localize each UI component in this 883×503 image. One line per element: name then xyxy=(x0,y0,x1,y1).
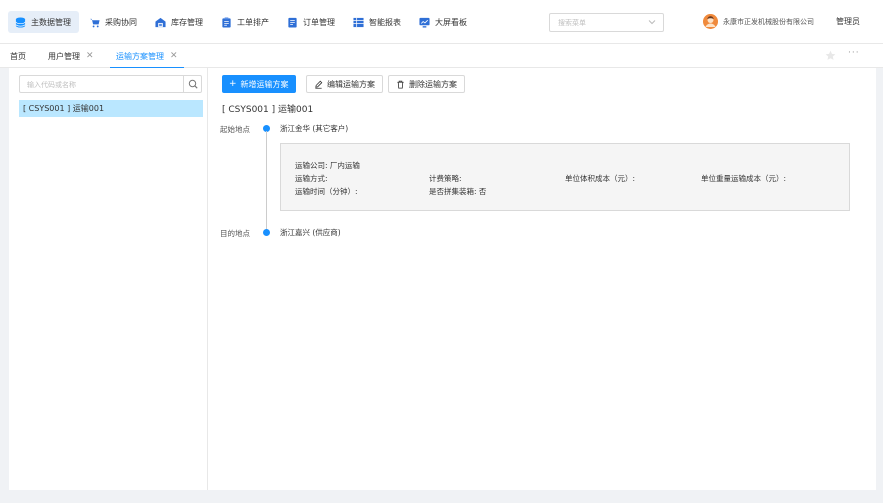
search-icon xyxy=(188,79,198,89)
nav-item-dashboard[interactable]: 大屏看板 xyxy=(412,11,475,33)
nav-item-label: 采购协同 xyxy=(105,17,137,27)
warehouse-icon xyxy=(155,17,166,27)
destination-label: 目的地点 xyxy=(220,229,250,238)
nav-item-master-data[interactable]: 主数据管理 xyxy=(8,11,79,33)
table-icon xyxy=(353,17,364,27)
nav-item-inventory[interactable]: 库存管理 xyxy=(148,11,211,33)
tab-home[interactable]: 首页 xyxy=(10,44,26,68)
tab-strip: 首页 用户管理 ✕ 运输方案管理 ✕ ··· xyxy=(0,44,883,69)
clipboard-icon xyxy=(222,16,231,28)
scheme-title: [ CSYS001 ] 运输001 xyxy=(222,105,314,115)
edit-scheme-label: 编辑运输方案 xyxy=(327,79,375,89)
tree-panel: 输入代码或名称 [ CSYS001 ] 运输001 xyxy=(9,68,216,490)
delete-icon xyxy=(397,80,404,89)
tab-transport-scheme[interactable]: 运输方案管理 ✕ xyxy=(110,44,184,69)
nav-item-work-order[interactable]: 工单排产 xyxy=(214,11,277,33)
dashboard-icon xyxy=(419,17,430,28)
detail-consolidation: 是否拼集装箱: 否 xyxy=(429,187,487,196)
tab-label: 运输方案管理 xyxy=(116,51,164,61)
detail-volume-cost: 单位体积成本（元）: xyxy=(565,174,636,183)
delete-scheme-label: 删除运输方案 xyxy=(409,79,457,89)
tree-search-button[interactable] xyxy=(183,76,201,92)
nav-item-label: 大屏看板 xyxy=(435,17,467,27)
detail-method: 运输方式: xyxy=(295,174,328,183)
top-navigation-bar: 主数据管理 采购协同 库存管理 工单排产 订单管理 智能报表 大屏看板 搜索菜单 xyxy=(0,0,883,44)
destination-dot xyxy=(263,229,270,236)
more-icon[interactable]: ··· xyxy=(848,48,860,58)
main-menu: 主数据管理 采购协同 库存管理 工单排产 订单管理 智能报表 大屏看板 xyxy=(8,11,478,33)
nav-item-label: 库存管理 xyxy=(171,17,203,27)
detail-weight-cost: 单位重量运输成本（元）: xyxy=(701,174,787,183)
shopping-cart-icon xyxy=(89,18,100,27)
nav-item-label: 订单管理 xyxy=(303,17,335,27)
detail-time: 运输时间（分钟）: xyxy=(295,187,358,196)
origin-value: 浙江金华 (其它客户) xyxy=(280,124,349,133)
tree-search-placeholder: 输入代码或名称 xyxy=(27,81,76,89)
user-name[interactable]: 管理员 xyxy=(836,16,860,27)
add-scheme-button[interactable]: + 新增运输方案 xyxy=(222,75,296,93)
edit-scheme-button[interactable]: 编辑运输方案 xyxy=(306,75,383,93)
nav-item-label: 工单排产 xyxy=(237,17,269,27)
transport-detail-box: 运输公司: 厂内运输 运输方式: 计费策略: 单位体积成本（元）: 单位重量运输… xyxy=(280,143,850,211)
order-icon xyxy=(288,17,297,28)
company-name: 永康市正发机械股份有限公司 xyxy=(723,18,814,26)
route-line xyxy=(266,131,267,232)
plus-icon: + xyxy=(229,79,237,89)
star-icon[interactable] xyxy=(825,50,836,61)
origin-label: 起始地点 xyxy=(220,125,250,134)
chevron-down-icon xyxy=(648,20,656,25)
nav-item-label: 智能报表 xyxy=(369,17,401,27)
nav-item-reports[interactable]: 智能报表 xyxy=(346,11,409,33)
close-icon[interactable]: ✕ xyxy=(170,51,178,61)
tab-label: 用户管理 xyxy=(48,51,80,61)
tree-search-input[interactable]: 输入代码或名称 xyxy=(19,75,202,93)
detail-company: 运输公司: 厂内运输 xyxy=(295,161,360,170)
tree-node-selected[interactable]: [ CSYS001 ] 运输001 xyxy=(19,100,203,117)
detail-billing: 计费策略: xyxy=(429,174,462,183)
destination-value: 浙江嘉兴 (供应商) xyxy=(280,228,341,237)
database-icon xyxy=(15,16,26,28)
menu-search-select[interactable]: 搜索菜单 xyxy=(549,13,664,32)
user-avatar-icon xyxy=(703,14,718,29)
nav-item-purchasing[interactable]: 采购协同 xyxy=(82,11,145,33)
close-icon[interactable]: ✕ xyxy=(86,51,94,61)
nav-item-label: 主数据管理 xyxy=(31,17,71,27)
delete-scheme-button[interactable]: 删除运输方案 xyxy=(388,75,465,93)
menu-search-placeholder: 搜索菜单 xyxy=(558,19,586,27)
tab-user-management[interactable]: 用户管理 ✕ xyxy=(48,44,94,68)
avatar[interactable] xyxy=(703,14,718,29)
nav-item-orders[interactable]: 订单管理 xyxy=(280,11,343,33)
tab-label: 首页 xyxy=(10,51,26,61)
edit-icon xyxy=(315,80,323,89)
add-scheme-label: 新增运输方案 xyxy=(240,79,289,89)
main-content: + 新增运输方案 编辑运输方案 删除运输方案 [ CSYS001 ] 运输001… xyxy=(208,68,876,490)
